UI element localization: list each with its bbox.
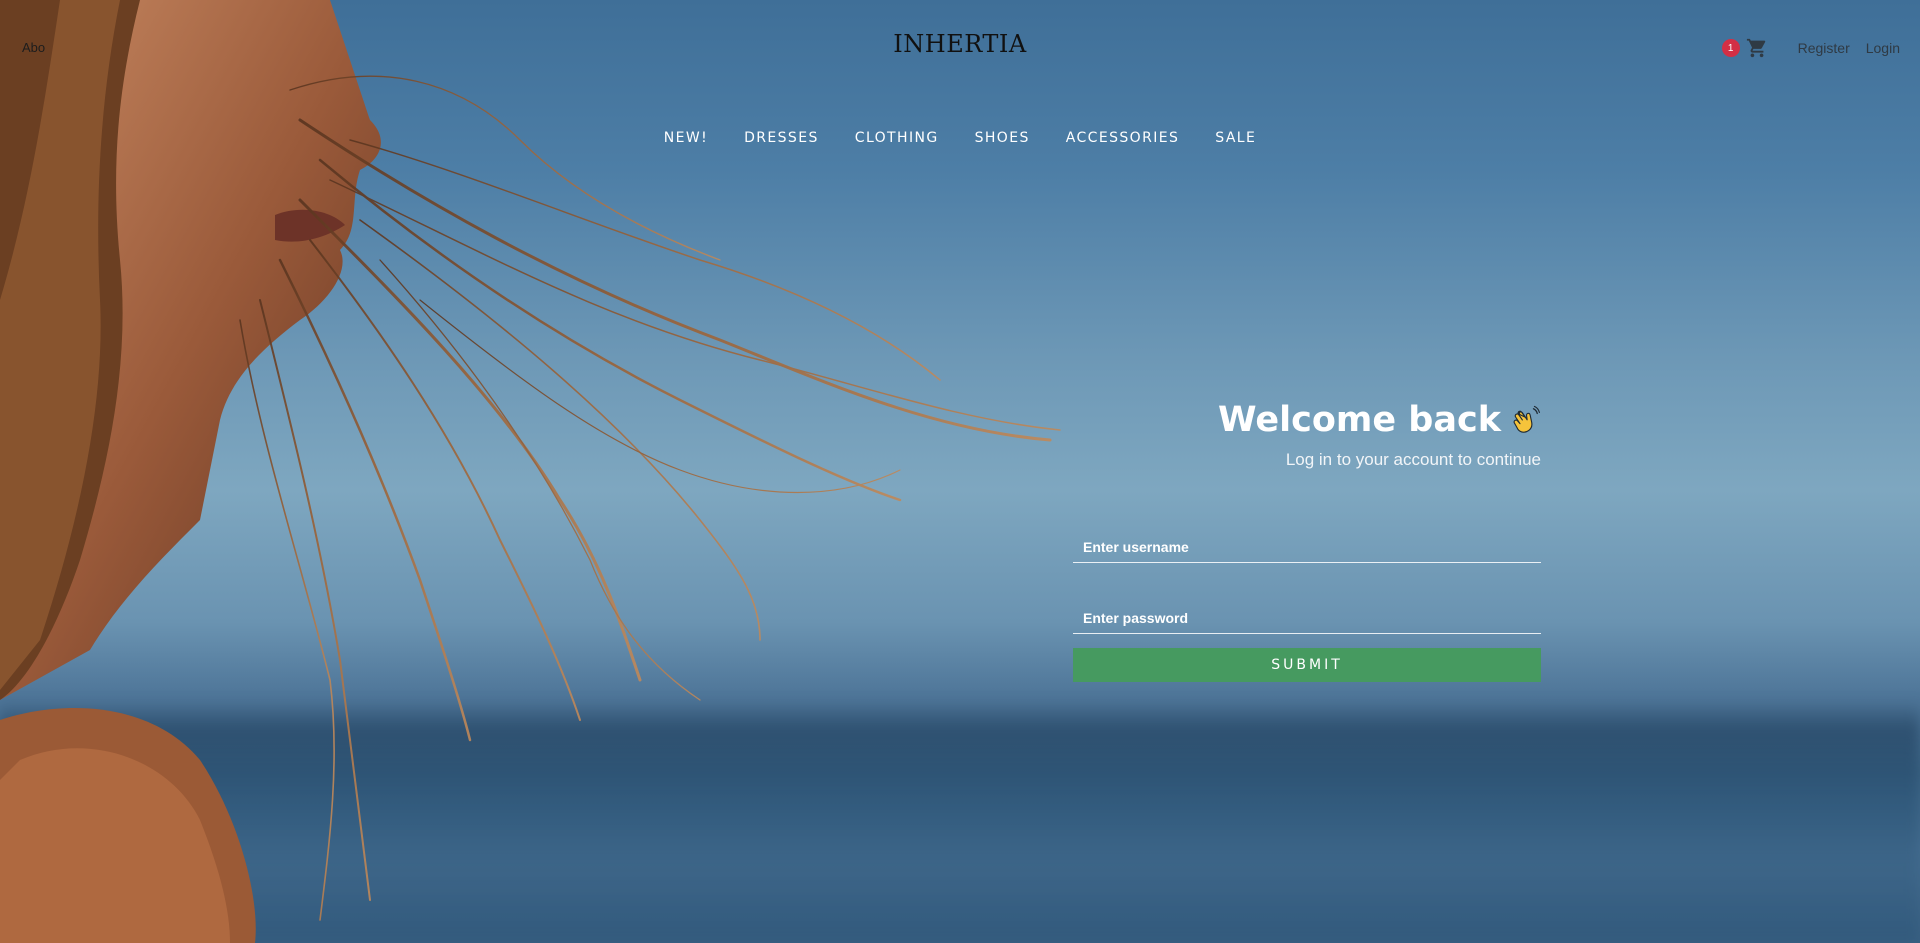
register-link[interactable]: Register: [1798, 40, 1850, 56]
password-field: [1073, 603, 1541, 634]
username-field: [1073, 532, 1541, 563]
nav-item-sale[interactable]: SALE: [1215, 130, 1256, 146]
login-form: Welcome back Log in to your account to c…: [1073, 400, 1541, 682]
nav-item-new[interactable]: NEW!: [664, 130, 708, 146]
login-page: Abo INHERTIA 1 Register Login NEW! DRESS…: [0, 0, 1920, 943]
cart-count-badge: 1: [1721, 39, 1740, 57]
nav-item-shoes[interactable]: SHOES: [975, 130, 1030, 146]
nav-item-dresses[interactable]: DRESSES: [744, 130, 819, 146]
cart-icon[interactable]: [1746, 37, 1768, 59]
submit-button[interactable]: SUBMIT: [1073, 648, 1541, 682]
nav-item-accessories[interactable]: ACCESSORIES: [1066, 130, 1180, 146]
main-nav: NEW! DRESSES CLOTHING SHOES ACCESSORIES …: [0, 130, 1920, 146]
waving-hand-icon: [1513, 405, 1540, 433]
login-link[interactable]: Login: [1866, 40, 1900, 56]
nav-item-clothing[interactable]: CLOTHING: [855, 130, 939, 146]
welcome-subtitle: Log in to your account to continue: [1285, 450, 1541, 469]
password-input[interactable]: [1073, 610, 1541, 626]
header-actions: 1 Register Login: [1721, 37, 1900, 59]
welcome-heading: Welcome back: [1073, 400, 1541, 440]
welcome-title: Welcome back: [1218, 400, 1501, 440]
username-input[interactable]: [1073, 539, 1541, 555]
site-logo[interactable]: INHERTIA: [0, 30, 1920, 58]
